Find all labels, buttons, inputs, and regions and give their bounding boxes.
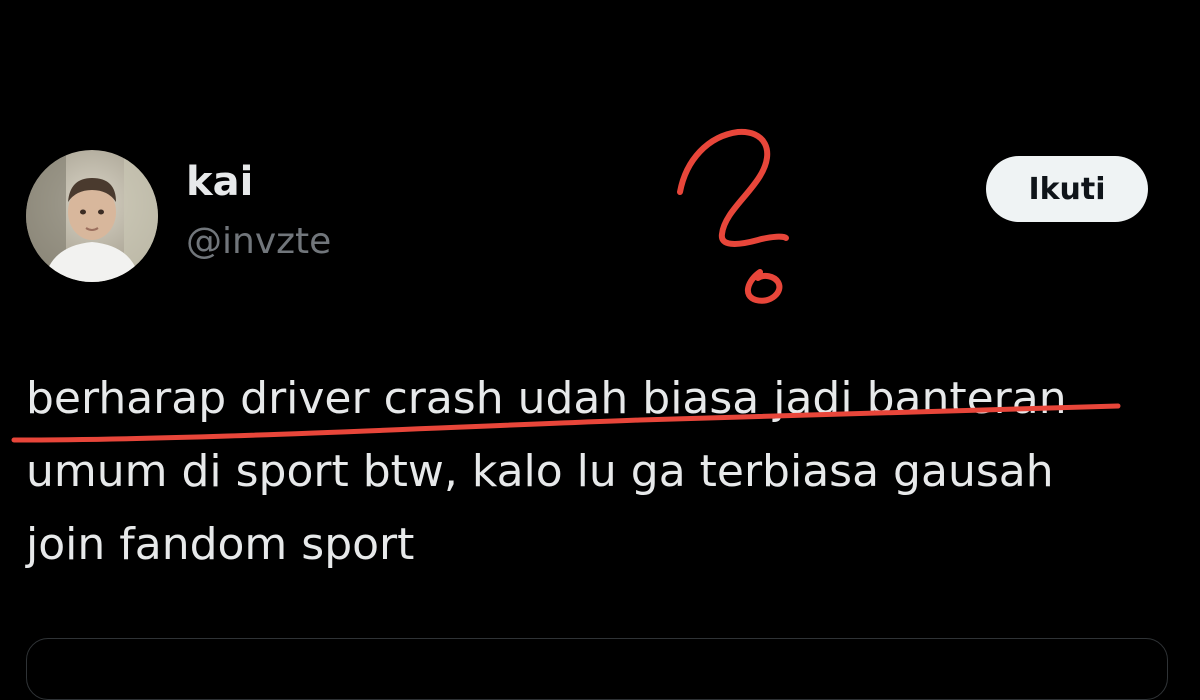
post-text-line: berharap driver crash udah biasa jadi ba… (26, 373, 1067, 424)
question-mark-dot-icon (744, 269, 783, 304)
post-text-line: umum di sport btw, kalo lu ga terbiasa g… (26, 446, 1054, 497)
post-text-line: join fandom sport (26, 519, 415, 570)
follow-button[interactable]: Ikuti (986, 156, 1148, 222)
question-mark-scribble-icon (677, 128, 789, 247)
display-name[interactable]: kai (186, 154, 253, 210)
bottom-card (26, 638, 1168, 700)
avatar-photo-icon (26, 150, 158, 282)
user-handle[interactable]: @invzte (186, 216, 331, 268)
avatar[interactable] (26, 150, 158, 282)
post-text: berharap driver crash udah biasa jadi ba… (26, 362, 1166, 581)
post-screen: kai @invzte Ikuti berharap driver crash … (0, 0, 1200, 700)
